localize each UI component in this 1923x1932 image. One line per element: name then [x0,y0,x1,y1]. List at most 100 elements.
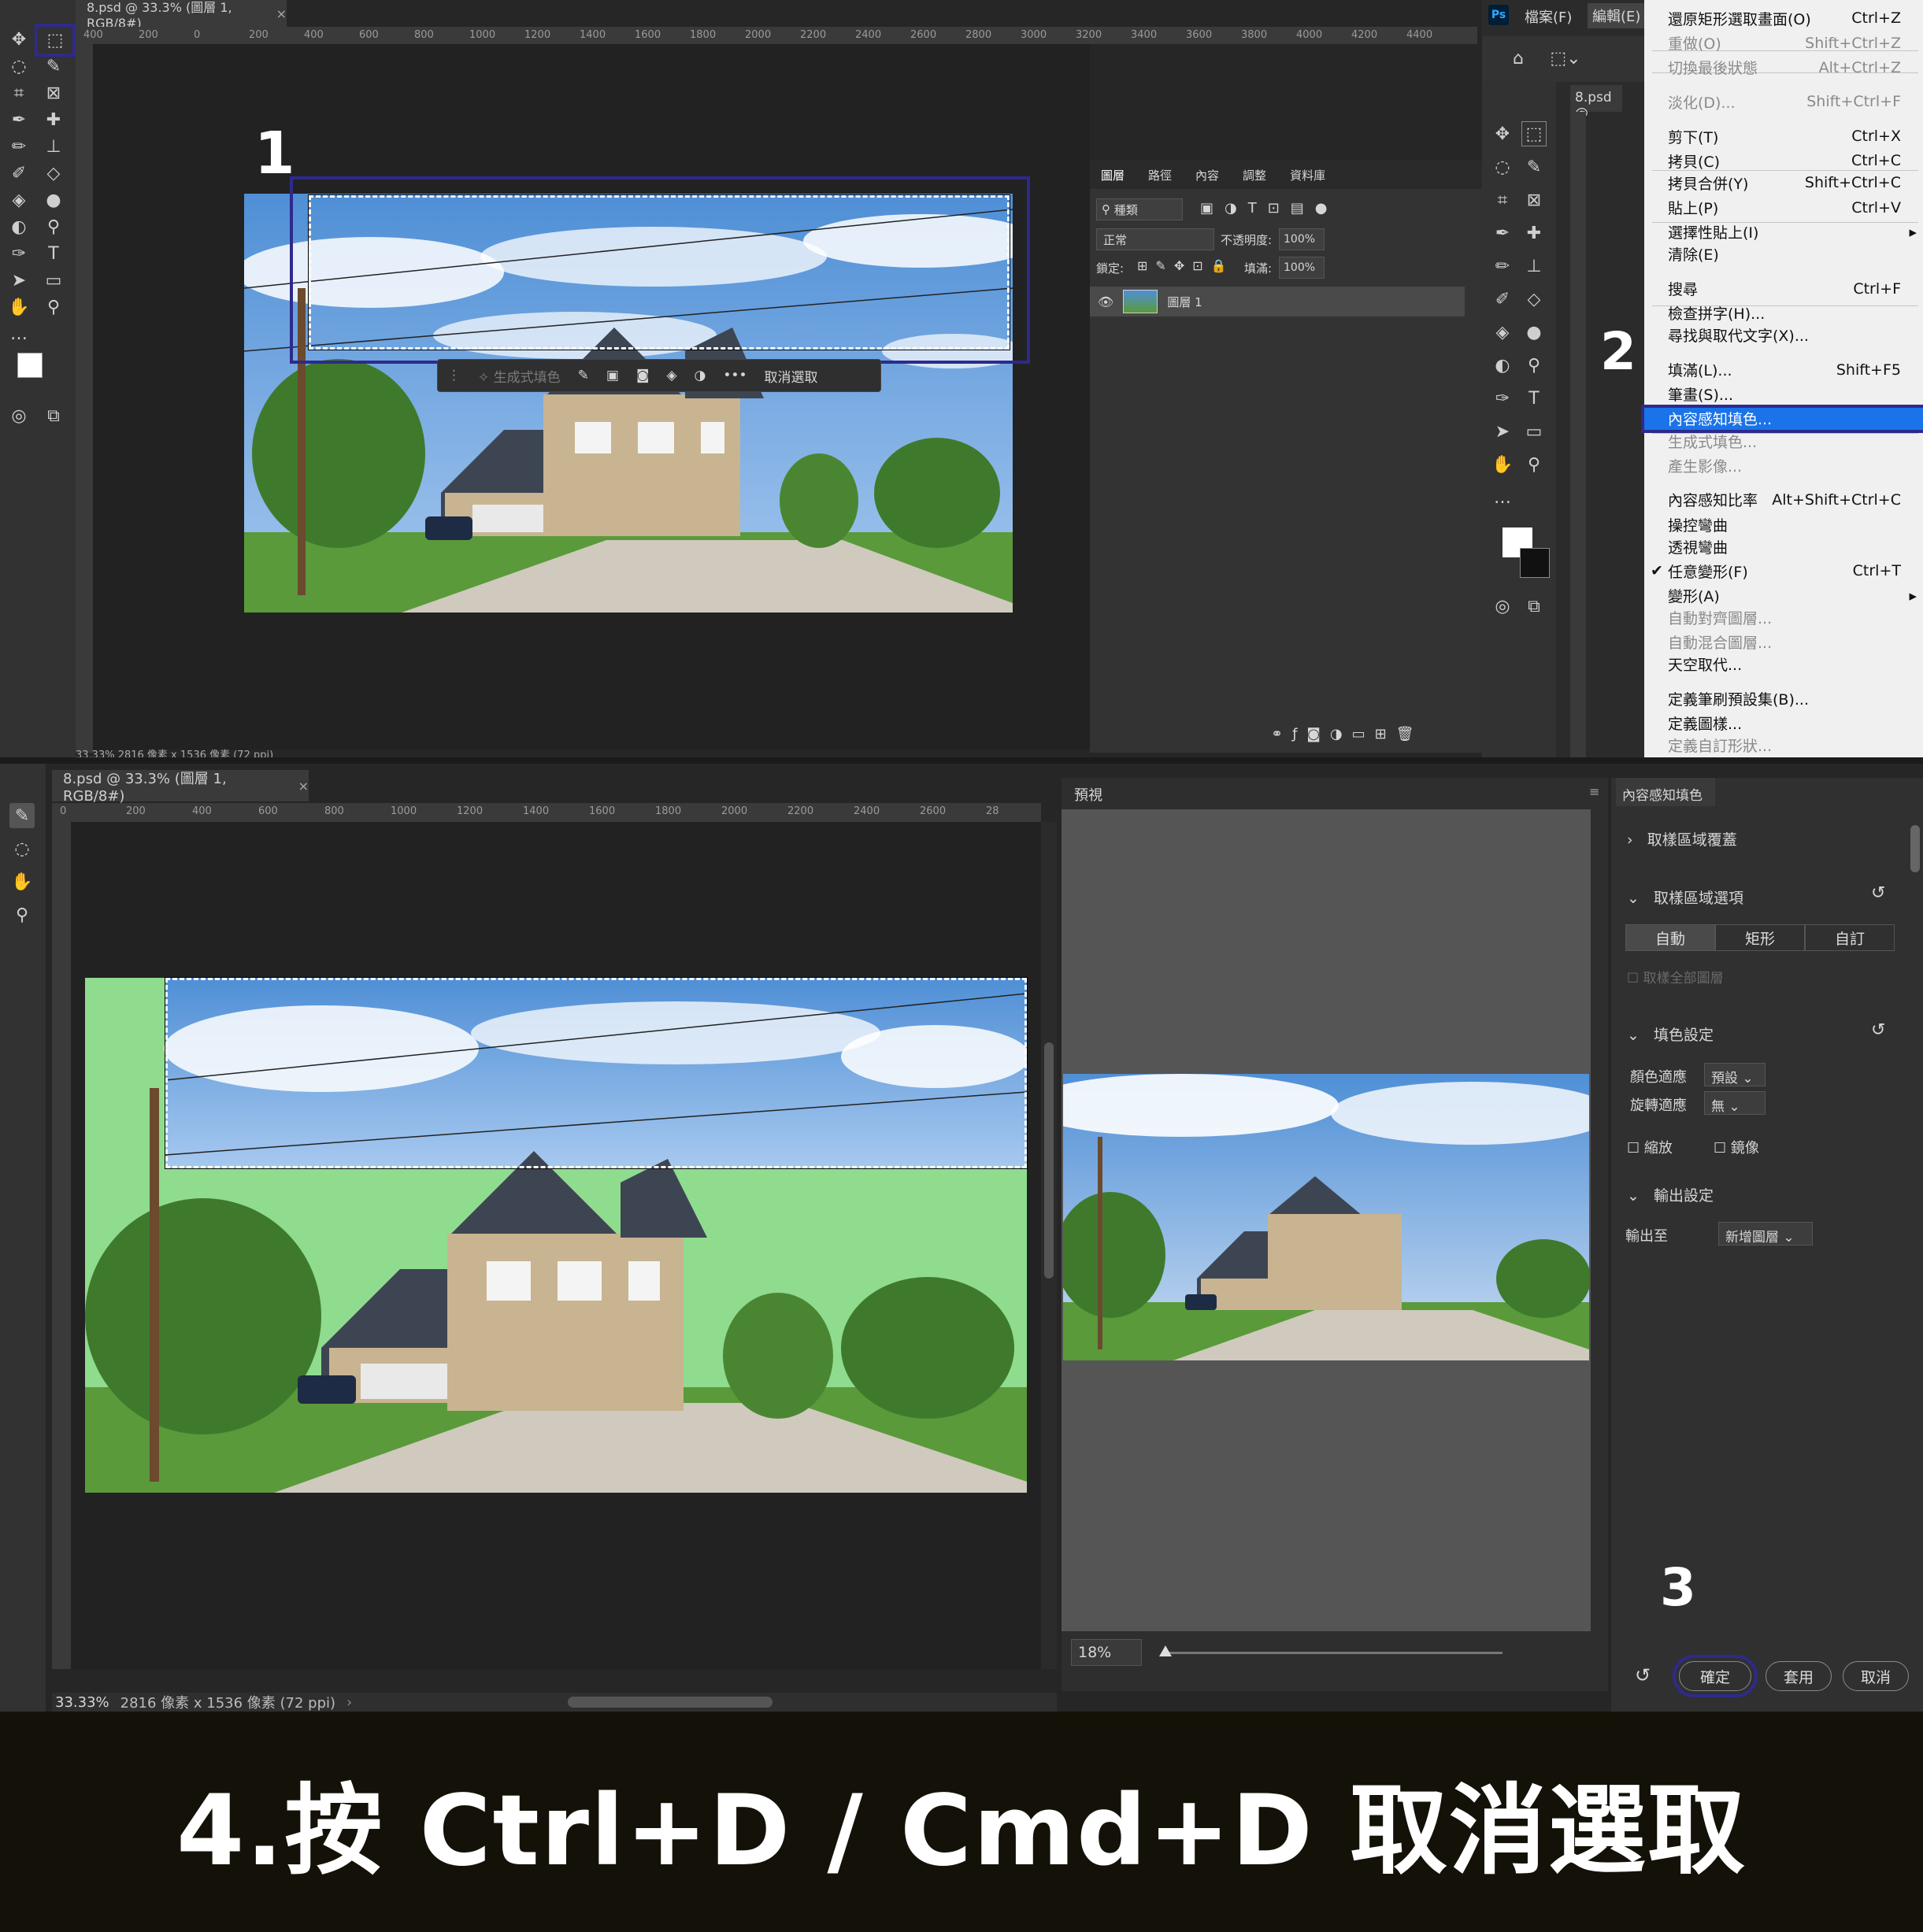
edit-menu-item[interactable]: 清除(E) [1644,243,1923,265]
dodge-icon[interactable]: ◐ [6,214,31,239]
screen-mode-icon-2[interactable]: ⧉ [1521,594,1547,619]
fill-icon[interactable]: ◈ [666,368,676,383]
edit-menu-item[interactable]: 操控彎曲 [1644,513,1923,535]
path-icon-2[interactable]: ➤ [1490,419,1515,444]
close-icon[interactable]: × [276,6,287,21]
reset-icon-2[interactable]: ↺ [1871,1020,1885,1040]
edit-menu-item[interactable]: 天空取代... [1644,653,1923,675]
scrollbar-thumb-v[interactable] [1044,1042,1054,1279]
layers-tab-0[interactable]: 圖層 [1101,167,1125,183]
zoom-icon[interactable]: ⚲ [41,294,66,320]
layers-tab-1[interactable]: 路徑 [1148,167,1172,183]
small-doc-tab[interactable]: 8.psd @ [1570,85,1622,121]
scrollbar-h[interactable] [568,1697,773,1708]
home-icon[interactable]: ⌂ [1506,46,1531,71]
edit-menu-item[interactable]: 定義筆刷預設集(B)... [1644,688,1923,710]
pen-icon-2[interactable]: ✑ [1490,386,1515,411]
status-arrow-icon[interactable]: › [346,1694,352,1711]
blur-icon[interactable]: ● [41,187,66,213]
apply-button[interactable]: 套用 [1766,1661,1832,1691]
eyedropper-icon-2[interactable]: ✒ [1490,220,1515,246]
eyedropper-icon[interactable]: ✒ [6,107,31,132]
top-doc-tab[interactable]: 8.psd @ 33.3% (圖層 1, RGB/8#) × [76,0,287,31]
edit-menu-item[interactable]: 透視彎曲 [1644,535,1923,557]
scale-checkbox[interactable]: ☐ 縮放 [1627,1137,1673,1157]
zoom-icon-3[interactable]: ⚲ [9,902,35,927]
menu-file[interactable]: 檔案(F) [1525,6,1572,27]
quick-mask-icon[interactable]: ◎ [6,403,31,428]
frame-icon[interactable]: ⊠ [41,80,66,105]
hand-icon-3[interactable]: ✋ [9,869,35,894]
caf-scrollbar[interactable] [1910,825,1920,872]
history-icon-2[interactable]: ✐ [1490,287,1515,312]
brush-icon-2[interactable]: ✏ [1490,254,1515,279]
quick-select-icon[interactable]: ✎ [41,54,66,79]
sampling-options-row[interactable]: ⌄ 取樣區域選項 [1627,886,1743,908]
dodge-icon-2[interactable]: ◐ [1490,353,1515,378]
more-tools-icon[interactable]: … [6,321,31,346]
top-canvas[interactable]: 1 ⋮ ✧ 生成式填色 ✎ ▣ ◙ ◈ ◑ ••• 取消選取 [93,44,1090,749]
opacity-field[interactable]: 100% [1279,228,1325,250]
content-aware-fill-item[interactable]: 內容感知填色... [1641,404,1923,433]
shape-icon-2[interactable]: ▭ [1521,419,1547,444]
preview-zoom-slider[interactable] [1159,1645,1502,1656]
edit-menu-item[interactable]: 檢查拼字(H)... [1644,302,1923,324]
seg-auto[interactable]: 自動 [1625,924,1715,951]
sampling-overlay-row[interactable]: › 取樣區域覆蓋 [1627,828,1737,849]
edit-menu-item[interactable]: 任意變形(F) Ctrl+T ✔ [1644,560,1923,582]
scrollbar-v[interactable] [1041,822,1057,1669]
move-icon-2[interactable]: ✥ [1490,121,1515,146]
more-tools-icon-2[interactable]: … [1490,485,1515,510]
seg-custom[interactable]: 自訂 [1805,924,1895,951]
shape-icon[interactable]: ▭ [41,268,66,293]
bottom-canvas[interactable] [71,822,1041,1669]
hand-icon-2[interactable]: ✋ [1490,452,1515,477]
fill-selection[interactable] [165,977,1028,1169]
bucket-icon-2[interactable]: ◈ [1490,320,1515,345]
edit-menu-item[interactable]: 尋找與取代文字(X)... [1644,324,1923,346]
type-icon-2[interactable]: T [1521,386,1547,411]
more-icon[interactable]: ••• [723,368,747,383]
bg-color-2[interactable] [1520,548,1550,578]
quick-mask-icon-2[interactable]: ◎ [1490,594,1515,619]
stamp-icon[interactable]: ⊥ [41,134,66,159]
cancel-button[interactable]: 取消 [1843,1661,1909,1691]
blur-icon-2[interactable]: ● [1521,320,1547,345]
edit-menu-item[interactable]: 選擇性貼上(I) ▸ [1644,221,1923,243]
output-settings-row[interactable]: ⌄ 輸出設定 [1627,1184,1714,1205]
lasso-icon-3[interactable]: ◌ [9,836,35,861]
pen-icon[interactable]: ✑ [6,241,31,266]
layers-tab-2[interactable]: 內容 [1195,167,1219,183]
lasso-icon[interactable]: ◌ [6,54,31,79]
edit-menu-item[interactable]: 搜尋 Ctrl+F [1644,278,1923,300]
type-icon[interactable]: T [41,241,66,266]
lock-icons[interactable]: ⊞✎✥⊡🔒 [1137,258,1235,273]
brush-icon[interactable]: ✏ [6,134,31,159]
marquee-icon-2[interactable]: ⬚ [1521,121,1547,146]
edit-menu-item[interactable]: 拷貝(C) Ctrl+C [1644,150,1923,172]
edit-menu-item[interactable]: 還原矩形選取畫面(O) Ctrl+Z [1644,7,1923,29]
reset-icon[interactable]: ↺ [1871,883,1885,903]
blend-mode-select[interactable]: 正常 [1096,228,1214,250]
eraser-icon[interactable]: ◇ [41,161,66,186]
zoom-tool-icon-2[interactable]: ⚲ [1521,353,1547,378]
panel-menu-icon[interactable]: ≡ [1589,784,1599,799]
output-to-select[interactable]: 新增圖層 ⌄ [1718,1222,1813,1245]
gen-fill-button[interactable]: ✧ 生成式填色 [478,366,561,386]
move-icon[interactable]: ✥ [6,27,31,52]
history-brush-icon[interactable]: ✐ [6,161,31,186]
edit-menu-item[interactable]: 貼上(P) Ctrl+V [1644,197,1923,219]
edit-menu-item[interactable]: 剪下(T) Ctrl+X [1644,125,1923,147]
zoom-tool-icon[interactable]: ⚲ [41,214,66,239]
edit-menu-item[interactable]: 筆畫(S)... [1644,383,1923,405]
eraser-icon-2[interactable]: ◇ [1521,287,1547,312]
layers-tab-3[interactable]: 調整 [1243,167,1266,183]
rotate-adapt-select[interactable]: 無 ⌄ [1704,1091,1766,1115]
filter-icons[interactable]: ▣◑T⊡▤● [1200,200,1339,217]
close-icon-2[interactable]: × [298,779,309,794]
crop-icon-2[interactable]: ⌗ [1490,187,1515,213]
healing-icon[interactable]: ✚ [41,107,66,132]
drag-handle-icon[interactable]: ⋮ [447,368,461,383]
sampling-brush-icon[interactable]: ✎ [9,803,35,828]
status-zoom[interactable]: 33.33% [55,1694,109,1711]
